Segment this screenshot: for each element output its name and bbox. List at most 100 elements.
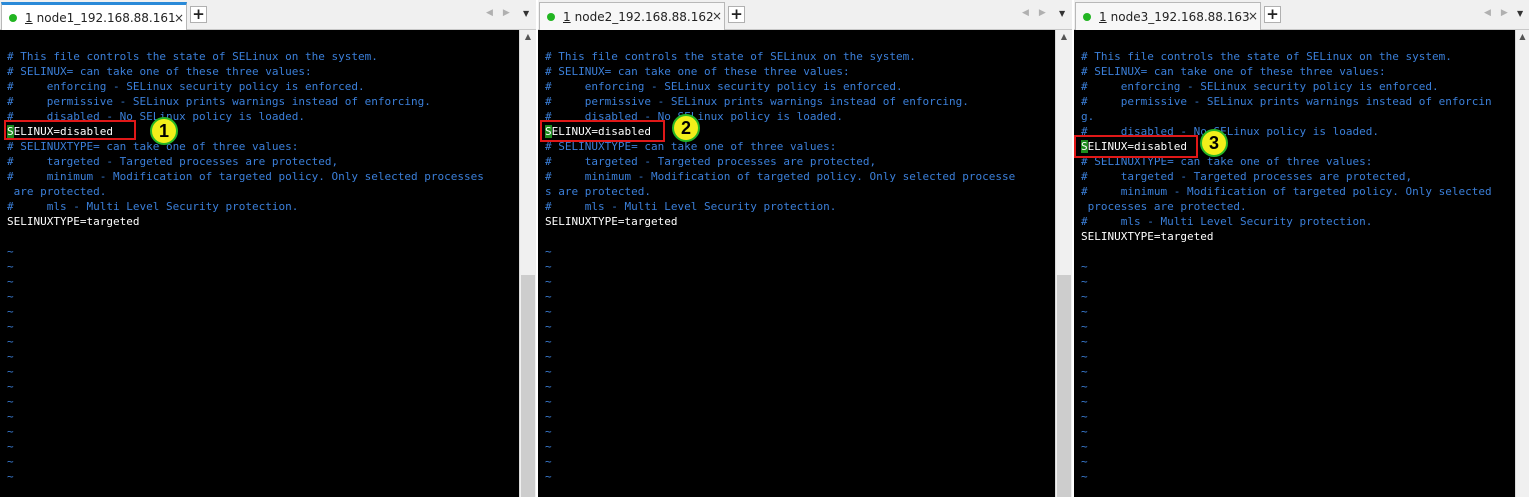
- empty-line-tilde: ~: [1081, 290, 1088, 303]
- tab-title: node2_192.168.88.162: [574, 9, 714, 24]
- empty-line-tilde: ~: [1081, 410, 1088, 423]
- close-icon[interactable]: ×: [1248, 9, 1258, 23]
- empty-line-tilde: ~: [545, 440, 552, 453]
- empty-line-tilde: ~: [545, 455, 552, 468]
- comment-line: # targeted - Targeted processes are prot…: [545, 155, 877, 168]
- empty-line-tilde: ~: [1081, 275, 1088, 288]
- comment-line: # enforcing - SELinux security policy is…: [7, 80, 365, 93]
- terminal-output[interactable]: # This file controls the state of SELinu…: [0, 30, 519, 497]
- comment-line: # permissive - SELinux prints warnings i…: [1081, 95, 1492, 108]
- tab-node1[interactable]: 1 node1_192.168.88.161 ×: [1, 2, 187, 30]
- comment-line: # enforcing - SELinux security policy is…: [1081, 80, 1439, 93]
- comment-line: # minimum - Modification of targeted pol…: [1081, 185, 1492, 198]
- empty-line-tilde: ~: [545, 425, 552, 438]
- terminal-pane-node2: 1 node2_192.168.88.162 × + ◀▶ ▼ # This f…: [538, 0, 1072, 497]
- tab-index: 1: [25, 10, 33, 25]
- comment-line: # SELINUX= can take one of these three v…: [1081, 65, 1386, 78]
- empty-line-tilde: ~: [545, 290, 552, 303]
- status-dot-icon: [9, 13, 17, 22]
- comment-line: # SELINUX= can take one of these three v…: [7, 65, 312, 78]
- scroll-up-arrow-icon[interactable]: ▲: [1056, 32, 1072, 41]
- empty-line-tilde: ~: [545, 365, 552, 378]
- step-badge: 3: [1200, 129, 1228, 157]
- empty-line-tilde: ~: [545, 395, 552, 408]
- empty-line-tilde: ~: [1081, 305, 1088, 318]
- comment-line: # This file controls the state of SELinu…: [7, 50, 378, 63]
- tab-title: node1_192.168.88.161: [36, 10, 176, 25]
- tab-menu-arrow-icon[interactable]: ▼: [1517, 9, 1523, 18]
- empty-line-tilde: ~: [7, 425, 14, 438]
- empty-line-tilde: ~: [7, 260, 14, 273]
- comment-line: are protected.: [7, 185, 107, 198]
- config-line: SELINUXTYPE=targeted: [545, 215, 678, 228]
- empty-line-tilde: ~: [7, 380, 14, 393]
- tab-menu-arrow-icon[interactable]: ▼: [1059, 9, 1065, 18]
- tab-nav-arrows-icon[interactable]: ◀▶: [1022, 8, 1056, 18]
- comment-line: # mls - Multi Level Security protection.: [545, 200, 837, 213]
- empty-line-tilde: ~: [7, 305, 14, 318]
- tab-node2[interactable]: 1 node2_192.168.88.162 ×: [539, 2, 725, 30]
- highlight-box: [540, 120, 665, 142]
- empty-line-tilde: ~: [1081, 470, 1088, 483]
- tab-node3[interactable]: 1 node3_192.168.88.163 ×: [1075, 2, 1261, 30]
- config-line: SELINUXTYPE=targeted: [1081, 230, 1214, 243]
- scroll-up-arrow-icon[interactable]: ▲: [1516, 32, 1529, 41]
- empty-line-tilde: ~: [7, 395, 14, 408]
- scrollbar-thumb[interactable]: [1057, 275, 1071, 497]
- status-dot-icon: [547, 12, 555, 21]
- empty-line-tilde: ~: [545, 305, 552, 318]
- add-tab-button[interactable]: +: [728, 6, 745, 23]
- empty-line-tilde: ~: [545, 275, 552, 288]
- scroll-up-arrow-icon[interactable]: ▲: [520, 32, 536, 41]
- terminal-output[interactable]: # This file controls the state of SELinu…: [1074, 30, 1515, 497]
- comment-line: # permissive - SELinux prints warnings i…: [545, 95, 969, 108]
- empty-line-tilde: ~: [545, 410, 552, 423]
- comment-line: # minimum - Modification of targeted pol…: [7, 170, 484, 183]
- status-dot-icon: [1083, 12, 1091, 21]
- empty-line-tilde: ~: [7, 440, 14, 453]
- empty-line-tilde: ~: [1081, 440, 1088, 453]
- empty-line-tilde: ~: [7, 410, 14, 423]
- empty-line-tilde: ~: [545, 320, 552, 333]
- empty-line-tilde: ~: [7, 335, 14, 348]
- empty-line-tilde: ~: [1081, 395, 1088, 408]
- empty-line-tilde: ~: [7, 275, 14, 288]
- tab-title: node3_192.168.88.163: [1110, 9, 1250, 24]
- step-badge: 1: [150, 117, 178, 145]
- empty-line-tilde: ~: [1081, 320, 1088, 333]
- empty-line-tilde: ~: [7, 365, 14, 378]
- tab-menu-arrow-icon[interactable]: ▼: [523, 9, 529, 18]
- empty-line-tilde: ~: [545, 260, 552, 273]
- terminal-pane-node3: 1 node3_192.168.88.163 × + ◀▶ ▼ # This f…: [1074, 0, 1529, 497]
- tab-bar: 1 node3_192.168.88.163 × + ◀▶ ▼: [1074, 0, 1529, 30]
- add-tab-button[interactable]: +: [190, 6, 207, 23]
- empty-line-tilde: ~: [545, 335, 552, 348]
- vertical-scrollbar[interactable]: ▲: [519, 30, 536, 497]
- close-icon[interactable]: ×: [174, 11, 184, 25]
- terminal-pane-node1: 1 node1_192.168.88.161 × + ◀▶ ▼ # This f…: [0, 0, 536, 497]
- tab-nav-arrows-icon[interactable]: ◀▶: [1484, 8, 1518, 18]
- empty-line-tilde: ~: [1081, 455, 1088, 468]
- config-line: SELINUXTYPE=targeted: [7, 215, 140, 228]
- empty-line-tilde: ~: [7, 245, 14, 258]
- empty-line-tilde: ~: [7, 470, 14, 483]
- close-icon[interactable]: ×: [712, 9, 722, 23]
- scrollbar-thumb[interactable]: [521, 275, 535, 497]
- add-tab-button[interactable]: +: [1264, 6, 1281, 23]
- terminal-output[interactable]: # This file controls the state of SELinu…: [538, 30, 1055, 497]
- highlight-box: [1074, 135, 1198, 158]
- step-badge: 2: [672, 114, 700, 142]
- empty-line-tilde: ~: [7, 320, 14, 333]
- comment-line: # permissive - SELinux prints warnings i…: [7, 95, 431, 108]
- empty-line-tilde: ~: [7, 290, 14, 303]
- vertical-scrollbar[interactable]: ▲: [1515, 30, 1529, 497]
- tab-nav-arrows-icon[interactable]: ◀▶: [486, 8, 520, 18]
- empty-line-tilde: ~: [1081, 365, 1088, 378]
- tab-bar: 1 node2_192.168.88.162 × + ◀▶ ▼: [538, 0, 1072, 30]
- comment-line: # targeted - Targeted processes are prot…: [7, 155, 339, 168]
- comment-line: # SELINUX= can take one of these three v…: [545, 65, 850, 78]
- comment-line: # SELINUXTYPE= can take one of three val…: [7, 140, 299, 153]
- comment-line: # This file controls the state of SELinu…: [1081, 50, 1452, 63]
- vertical-scrollbar[interactable]: ▲: [1055, 30, 1072, 497]
- comment-line: s are protected.: [545, 185, 651, 198]
